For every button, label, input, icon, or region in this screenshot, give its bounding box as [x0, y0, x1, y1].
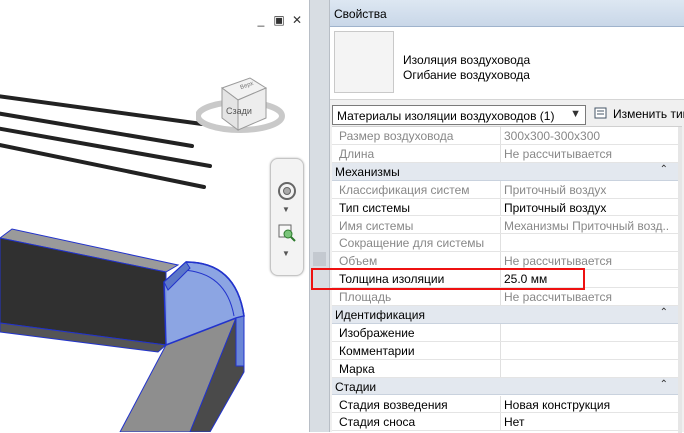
group-label: Идентификация — [335, 308, 425, 322]
property-row[interactable]: Стадия сноса Нет — [332, 413, 682, 432]
restore-view-button[interactable]: ▣ — [273, 14, 285, 26]
property-group-header[interactable]: Стадии ⌃ — [332, 377, 682, 396]
3d-viewport[interactable]: _ ▣ ✕ Сзади Верх ▼ ▼ — [0, 0, 309, 432]
highlight-box — [311, 268, 585, 290]
property-value: Не рассчитывается — [504, 254, 613, 269]
column-divider — [500, 288, 501, 305]
properties-title: Свойства — [334, 7, 387, 21]
view-window-controls: _ ▣ ✕ — [255, 14, 303, 26]
column-divider — [500, 413, 501, 431]
collapse-group-icon[interactable]: ⌃ — [660, 307, 668, 318]
property-name: Стадия возведения — [339, 397, 448, 412]
property-group-header[interactable]: Механизмы ⌃ — [332, 162, 682, 181]
edit-type-label: Изменить тип — [613, 107, 684, 121]
panel-splitter[interactable] — [309, 0, 330, 432]
property-name: Длина — [339, 146, 375, 161]
column-divider — [500, 252, 501, 270]
column-divider — [500, 323, 501, 341]
column-divider — [500, 144, 501, 162]
property-name: Классификация систем — [339, 182, 470, 197]
edit-type-icon — [594, 107, 607, 119]
steering-wheel-icon[interactable] — [277, 181, 297, 201]
property-group-header[interactable]: Идентификация ⌃ — [332, 306, 682, 324]
property-name: Комментарии — [339, 343, 415, 358]
steering-wheel-dropdown-icon[interactable]: ▼ — [282, 205, 290, 214]
property-name: Объем — [339, 254, 378, 269]
navigation-bar: ▼ ▼ — [270, 158, 304, 276]
property-row[interactable]: Площадь Не рассчитывается — [332, 288, 682, 306]
property-name: Размер воздуховода — [339, 129, 454, 143]
viewcube-graphic[interactable]: Сзади Верх — [195, 68, 296, 140]
type-preview-thumbnail — [334, 31, 394, 93]
edit-type-button[interactable]: Изменить тип — [592, 103, 684, 125]
collapse-group-icon[interactable]: ⌃ — [660, 379, 668, 390]
property-value[interactable]: Нет — [504, 415, 669, 429]
property-row[interactable]: Марка — [332, 359, 682, 378]
property-value[interactable]: Новая конструкция — [504, 398, 669, 412]
splitter-grip[interactable] — [313, 252, 326, 266]
property-name: Имя системы — [339, 218, 414, 233]
viewcube-face-label: Сзади — [226, 106, 252, 116]
property-name: Марка — [339, 361, 375, 376]
property-value[interactable]: Приточный воздух — [504, 201, 669, 215]
group-label: Механизмы — [335, 164, 400, 179]
property-value: Не рассчитывается — [504, 290, 613, 305]
type-selector[interactable]: Изоляция воздуховода Огибание воздуховод… — [330, 27, 684, 100]
property-value: Не рассчитывается — [504, 146, 613, 161]
viewcube[interactable]: Сзади Верх — [195, 68, 296, 140]
collapse-group-icon[interactable]: ⌃ — [660, 164, 668, 175]
group-label: Стадии — [335, 379, 377, 394]
column-divider — [500, 359, 501, 377]
category-filter-dropdown[interactable]: Материалы изоляции воздуховодов (1) ▼ — [332, 105, 586, 125]
category-filter-value: Материалы изоляции воздуховодов (1) — [337, 109, 555, 123]
column-divider — [500, 234, 501, 252]
column-divider — [500, 180, 501, 198]
properties-panel: Свойства Изоляция воздуховода Огибание в… — [330, 0, 684, 433]
property-name: Стадия сноса — [339, 415, 416, 430]
property-row[interactable]: Сокращение для системы — [332, 234, 682, 253]
type-name: Огибание воздуховода — [403, 68, 530, 82]
column-divider — [500, 198, 501, 216]
minimize-view-button[interactable]: _ — [255, 14, 267, 26]
property-row[interactable]: Длина Не рассчитывается — [332, 144, 682, 163]
property-value: 300x300-300x300 — [504, 129, 601, 143]
property-name: Тип системы — [339, 200, 410, 215]
property-value: Приточный воздух — [504, 182, 607, 197]
type-family-name: Изоляция воздуховода — [403, 53, 531, 67]
zoom-region-icon[interactable] — [277, 223, 297, 243]
property-name: Сокращение для системы — [339, 236, 485, 251]
rods — [0, 94, 212, 189]
properties-scrollbar[interactable] — [678, 127, 682, 433]
column-divider — [500, 127, 501, 144]
duct-horizontal[interactable] — [0, 228, 180, 353]
property-row[interactable]: Стадия возведения Новая конструкция — [332, 395, 682, 414]
chevron-down-icon: ▼ — [570, 108, 581, 120]
column-divider — [500, 341, 501, 359]
column-divider — [500, 395, 501, 413]
property-row[interactable]: Классификация систем Приточный воздух — [332, 180, 682, 199]
property-row[interactable]: Изображение — [332, 323, 682, 342]
column-divider — [500, 216, 501, 234]
property-name: Площадь — [339, 290, 392, 305]
property-row[interactable]: Размер воздуховода 300x300-300x300 — [332, 127, 682, 145]
property-name: Изображение — [339, 325, 415, 340]
close-view-button[interactable]: ✕ — [291, 14, 303, 26]
zoom-dropdown-icon[interactable]: ▼ — [282, 249, 290, 258]
property-row[interactable]: Тип системы Приточный воздух — [332, 198, 682, 217]
property-row[interactable]: Имя системы Механизмы Приточный возд... — [332, 216, 682, 235]
property-row[interactable]: Комментарии — [332, 341, 682, 360]
model-canvas[interactable] — [0, 0, 309, 432]
properties-header[interactable]: Свойства — [330, 0, 684, 27]
property-value: Механизмы Приточный возд... — [504, 218, 669, 233]
